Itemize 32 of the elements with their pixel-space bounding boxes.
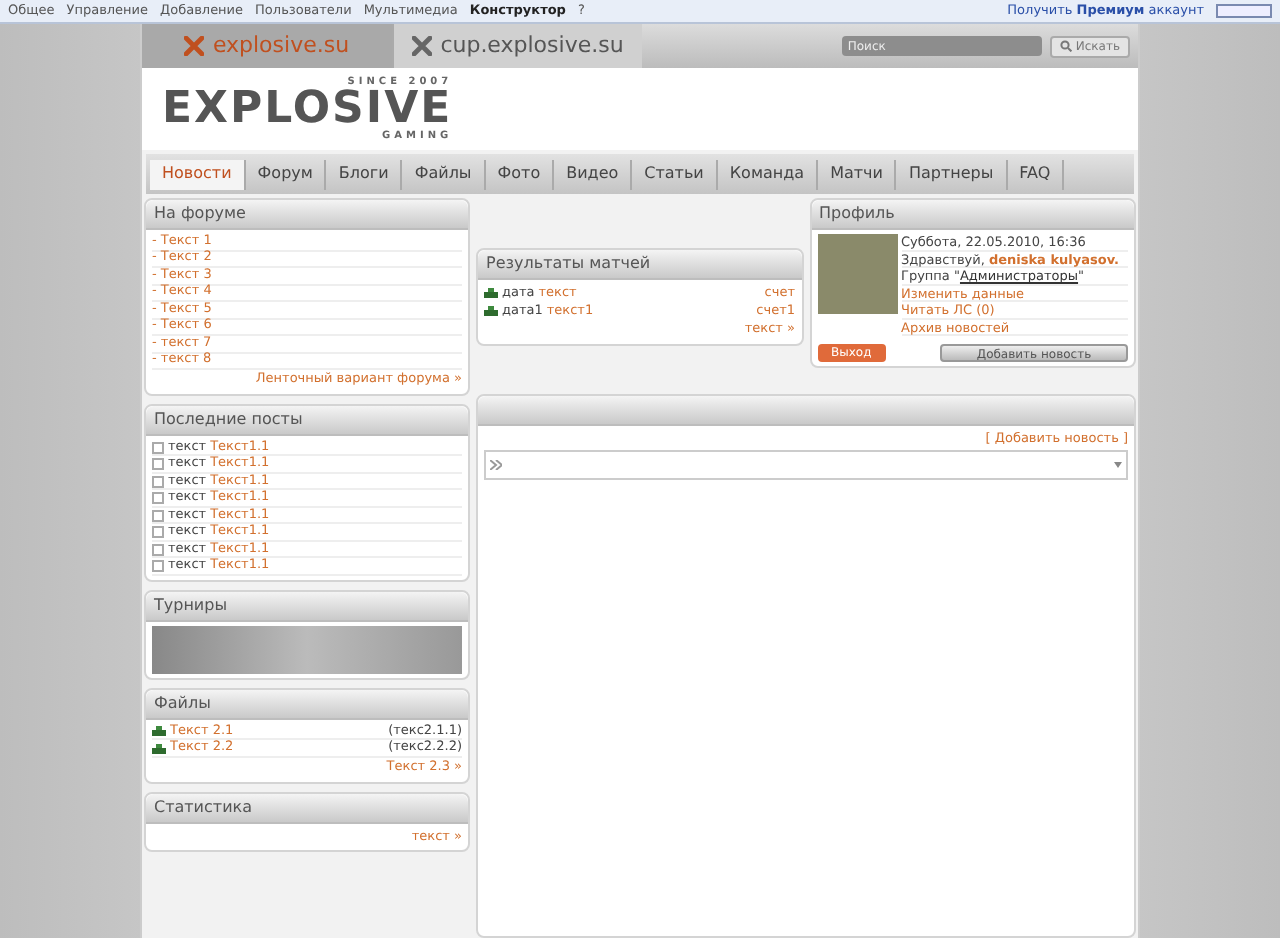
nav-tab[interactable]: Команда — [717, 159, 819, 189]
panel-title: Результаты матчей — [486, 252, 651, 276]
nav-tab[interactable]: Фото — [485, 159, 555, 189]
tournament-banner[interactable] — [152, 625, 462, 674]
nav-tab[interactable]: Статьи — [632, 159, 718, 189]
tank-icon — [484, 306, 498, 316]
double-arrow-icon — [490, 459, 502, 470]
scroll-arrow-icon — [1114, 458, 1122, 471]
nav-tab[interactable]: Партнеры — [896, 159, 1008, 189]
panel-title: Файлы — [154, 691, 211, 716]
site-tab[interactable]: explosive.su — [142, 24, 392, 68]
photo-placeholder — [817, 234, 897, 314]
nav-tab[interactable]: Форум — [245, 159, 327, 189]
nav-tab[interactable]: Новости — [150, 159, 246, 189]
nav-tab[interactable]: Файлы — [402, 159, 486, 189]
nav-tab[interactable]: Матчи — [818, 159, 897, 189]
panel-title: Статистика — [154, 795, 252, 819]
news-editor[interactable] — [484, 449, 1128, 480]
tank-icon — [152, 743, 166, 753]
tank-icon — [484, 288, 498, 298]
panel-title: Профиль — [819, 202, 895, 226]
search-icon — [1059, 40, 1072, 52]
cross-icon — [184, 36, 205, 56]
nav-tab[interactable]: Видео — [554, 159, 633, 189]
nav-tab[interactable]: FAQ — [1007, 159, 1065, 189]
nav-tab[interactable]: Блоги — [326, 159, 403, 189]
cross-icon — [412, 36, 433, 56]
panel-title: Последние посты — [154, 407, 303, 432]
site-tab[interactable]: cup.explosive.su — [392, 24, 642, 68]
panel-title: Турниры — [154, 593, 228, 618]
panel-title: На форуме — [154, 202, 246, 226]
tank-icon — [152, 726, 166, 736]
